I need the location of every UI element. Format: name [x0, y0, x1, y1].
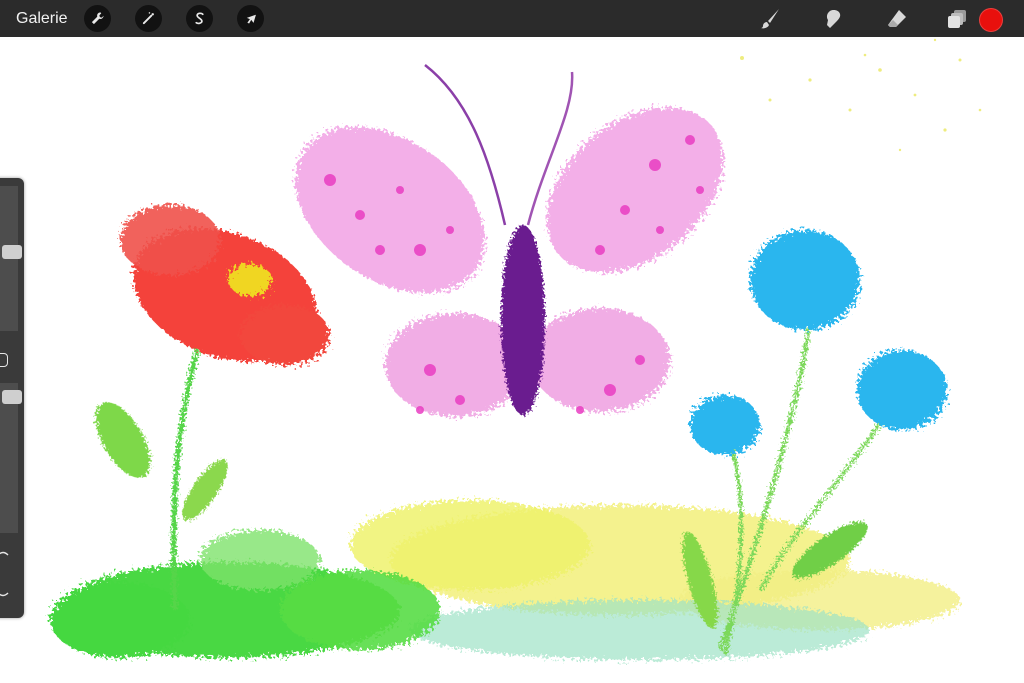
grass-field [50, 500, 960, 660]
smudge-icon [826, 10, 841, 28]
brush-sidebar [0, 178, 24, 618]
brush-button[interactable] [757, 6, 783, 32]
actions-button[interactable] [84, 5, 111, 32]
redo-icon[interactable] [0, 588, 10, 598]
gallery-button[interactable]: Galerie [16, 0, 68, 37]
painting-toolgroup [724, 0, 1024, 37]
undo-icon[interactable] [0, 550, 10, 560]
drawing-canvas[interactable] [0, 37, 1024, 683]
smudge-button[interactable] [821, 6, 847, 32]
painting-artwork [50, 38, 982, 660]
top-toolbar: Galerie [0, 0, 1024, 37]
eraser-button[interactable] [884, 6, 910, 32]
adjustments-button[interactable] [135, 5, 162, 32]
magic-wand-icon [142, 12, 154, 25]
brush-size-slider[interactable] [0, 186, 22, 331]
opacity-thumb[interactable] [2, 389, 22, 404]
color-picker-button[interactable] [979, 8, 1003, 32]
actions-toolgroup [84, 5, 264, 32]
butterfly [295, 64, 724, 417]
eraser-icon [888, 10, 906, 27]
layers-icon [948, 10, 966, 28]
transform-button[interactable] [237, 5, 264, 32]
selection-button[interactable] [186, 5, 213, 32]
brush-size-thumb[interactable] [2, 244, 22, 259]
modify-button[interactable] [0, 353, 8, 367]
brush-icon [761, 9, 779, 29]
wrench-icon [91, 12, 104, 25]
layers-button[interactable] [945, 6, 971, 32]
opacity-slider[interactable] [0, 383, 22, 533]
selection-s-icon [195, 12, 204, 25]
arrow-cursor-icon [246, 14, 256, 24]
yellow-sparkles [740, 38, 982, 152]
